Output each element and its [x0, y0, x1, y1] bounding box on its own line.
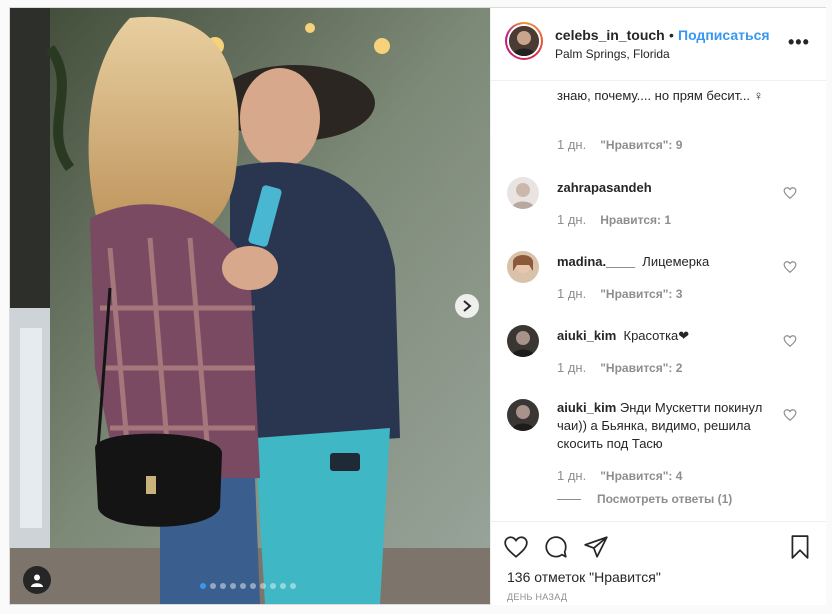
- tagged-users-button[interactable]: [23, 566, 51, 594]
- heart-icon: [504, 536, 528, 558]
- carousel-dot: [260, 583, 266, 589]
- avatar-image: [507, 399, 539, 431]
- comment-body: aiuki_kim Энди Мускетти покинул чаи)) а …: [557, 399, 785, 453]
- comment-text: знаю, почему.... но прям бесит... ♀: [557, 88, 764, 103]
- chevron-right-icon: [463, 300, 472, 312]
- commenter-avatar[interactable]: [507, 251, 539, 283]
- comment-meta: 1 дн. "Нравится": 4: [557, 468, 682, 483]
- carousel-indicator: [200, 583, 296, 589]
- commenter-avatar[interactable]: [507, 325, 539, 357]
- post-actions: 136 отметок "Нравится" ДЕНЬ НАЗАД: [491, 521, 826, 605]
- carousel-dot: [290, 583, 296, 589]
- comment-time[interactable]: 1 дн.: [557, 468, 586, 483]
- carousel-dot: [210, 583, 216, 589]
- comment-time[interactable]: 1 дн.: [557, 137, 586, 152]
- share-button[interactable]: [583, 534, 609, 560]
- avatar-image: [509, 26, 539, 56]
- author-avatar[interactable]: [505, 22, 543, 60]
- comment-username[interactable]: madina.____: [557, 254, 635, 269]
- heart-icon[interactable]: [783, 186, 797, 200]
- comment-text: Красотка❤: [623, 328, 690, 343]
- replies-divider: [557, 499, 581, 501]
- instagram-post: celebs_in_touch • Подписаться Palm Sprin…: [9, 7, 826, 605]
- comments-list[interactable]: знаю, почему.... но прям бесит... ♀ 1 дн…: [491, 81, 826, 521]
- comment-time[interactable]: 1 дн.: [557, 360, 586, 375]
- next-slide-button[interactable]: [455, 294, 479, 318]
- post-location[interactable]: Palm Springs, Florida: [555, 47, 670, 61]
- carousel-dot: [250, 583, 256, 589]
- heart-icon[interactable]: [783, 260, 797, 274]
- carousel-dot: [200, 583, 206, 589]
- comment-text: Лицемерка: [642, 254, 710, 269]
- carousel-dot: [240, 583, 246, 589]
- comment-username[interactable]: aiuki_kim: [557, 328, 616, 343]
- photo-illustration: [10, 8, 490, 604]
- comment-time[interactable]: 1 дн.: [557, 212, 586, 227]
- comment-meta: 1 дн. "Нравится": 3: [557, 286, 682, 301]
- post-photo[interactable]: [10, 8, 490, 604]
- post-timestamp[interactable]: ДЕНЬ НАЗАД: [507, 592, 567, 602]
- follow-button[interactable]: Подписаться: [678, 27, 770, 43]
- comment-icon: [545, 536, 567, 558]
- carousel-dot: [220, 583, 226, 589]
- comment-meta: 1 дн. Нравится: 1: [557, 212, 671, 227]
- author-username[interactable]: celebs_in_touch: [555, 27, 665, 43]
- comment-body: madina.____ Лицемерка: [557, 253, 785, 271]
- avatar-image: [507, 325, 539, 357]
- like-button[interactable]: [503, 534, 529, 560]
- commenter-avatar[interactable]: [507, 177, 539, 209]
- post-sidebar: celebs_in_touch • Подписаться Palm Sprin…: [490, 8, 826, 605]
- view-replies-label: Посмотреть ответы (1): [597, 492, 733, 506]
- comment-meta: 1 дн. "Нравится": 9: [557, 137, 682, 152]
- save-button[interactable]: [787, 534, 813, 560]
- more-horizontal-icon[interactable]: •••: [788, 32, 810, 53]
- share-icon: [584, 536, 608, 558]
- carousel-dot: [270, 583, 276, 589]
- comment-likes[interactable]: "Нравится": 2: [600, 361, 682, 375]
- comment-time[interactable]: 1 дн.: [557, 286, 586, 301]
- bookmark-icon: [791, 535, 809, 559]
- comment-likes[interactable]: Нравится: 1: [600, 213, 671, 227]
- commenter-avatar[interactable]: [507, 399, 539, 431]
- avatar-image: [507, 177, 539, 209]
- comment-likes[interactable]: "Нравится": 4: [600, 469, 682, 483]
- view-replies-button[interactable]: Посмотреть ответы (1): [557, 492, 732, 506]
- post-header: celebs_in_touch • Подписаться Palm Sprin…: [491, 8, 826, 81]
- comment-body: zahrapasandeh: [557, 179, 785, 197]
- carousel-dot: [230, 583, 236, 589]
- heart-icon[interactable]: [783, 334, 797, 348]
- comment-username[interactable]: aiuki_kim: [557, 400, 616, 415]
- header-separator: •: [669, 27, 674, 43]
- comment-button[interactable]: [543, 534, 569, 560]
- comment-username[interactable]: zahrapasandeh: [557, 180, 652, 195]
- likes-count[interactable]: 136 отметок "Нравится": [507, 569, 661, 585]
- carousel-dot: [280, 583, 286, 589]
- heart-icon[interactable]: [783, 408, 797, 422]
- avatar-image: [507, 251, 539, 283]
- user-tag-icon: [31, 574, 43, 587]
- comment-likes[interactable]: "Нравится": 3: [600, 287, 682, 301]
- comment-likes[interactable]: "Нравится": 9: [600, 138, 682, 152]
- comment-body: aiuki_kim Красотка❤: [557, 327, 785, 345]
- comment-meta: 1 дн. "Нравится": 2: [557, 360, 682, 375]
